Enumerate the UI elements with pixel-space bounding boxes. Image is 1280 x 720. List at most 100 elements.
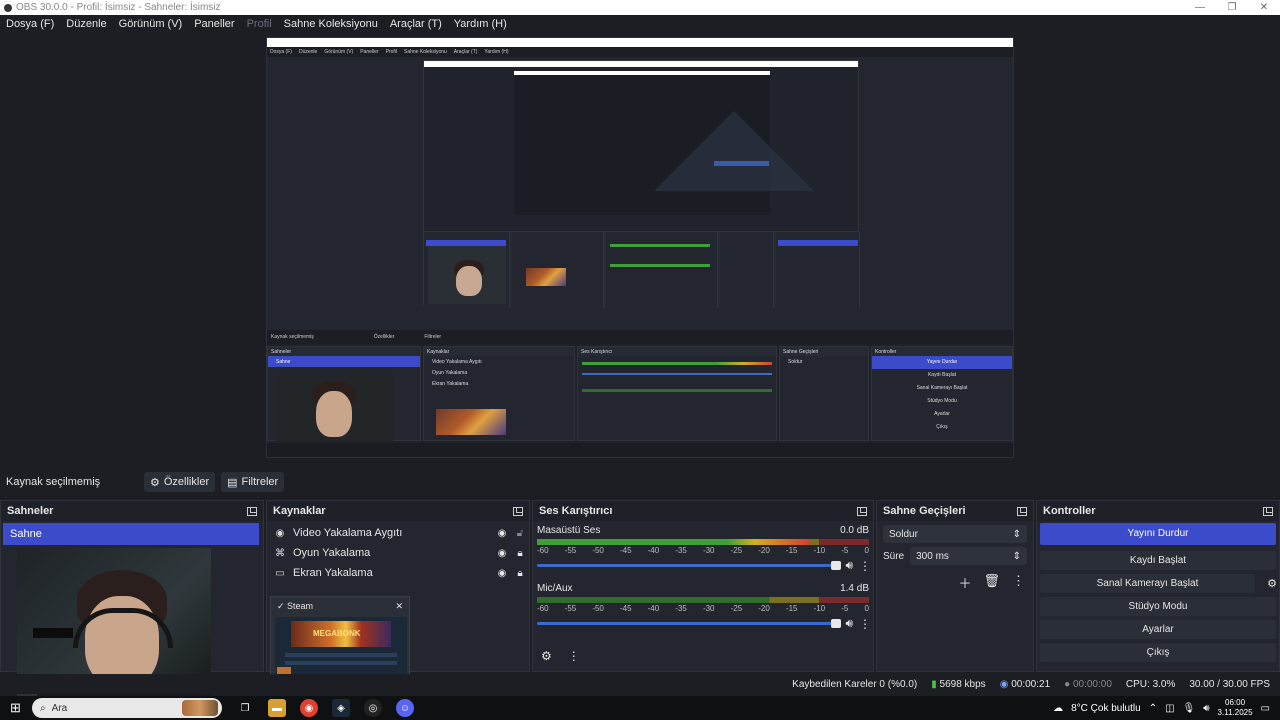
start-virtual-camera-button[interactable]: Sanal Kamerayı Başlat	[1040, 574, 1255, 593]
recursive-meter	[610, 264, 710, 267]
undock-icon[interactable]	[1017, 506, 1027, 516]
close-icon[interactable]: ✕	[395, 601, 403, 612]
preview-sources-dock: Kaynaklar Video Yakalama Aygıtı Oyun Yak…	[423, 346, 575, 441]
eye-icon[interactable]: ◉	[493, 528, 511, 539]
preview-recursive-titlebar-2	[514, 71, 770, 75]
unlock-icon[interactable]: 🔓︎	[511, 528, 529, 539]
settings-button[interactable]: Ayarlar	[1040, 620, 1276, 639]
volume-slider[interactable]	[537, 619, 842, 628]
exit-button[interactable]: Çıkış	[1040, 643, 1276, 662]
preview-menu-item: Profil	[385, 49, 397, 55]
window-title: OBS 30.0.0 - Profil: İsimsiz - Sahneler:…	[16, 2, 221, 13]
stop-streaming-button[interactable]: Yayını Durdur	[1040, 523, 1276, 545]
menu-scene-collection[interactable]: Sahne Koleksiyonu	[284, 18, 378, 30]
notifications-icon[interactable]: ▭	[1261, 703, 1270, 714]
lock-icon[interactable]: 🔒︎	[511, 568, 529, 579]
preview-nested-titlebar	[267, 38, 1013, 47]
network-icon[interactable]: ◫	[1165, 703, 1174, 714]
duration-input[interactable]: 300 ms ⇕	[910, 547, 1027, 565]
menu-tools[interactable]: Araçlar (T)	[390, 18, 442, 30]
weather-icon[interactable]: ☁	[1053, 703, 1063, 714]
slider-handle[interactable]	[831, 561, 842, 570]
properties-button[interactable]: ⚙ Özellikler	[144, 472, 216, 492]
speaker-icon[interactable]: 🔊︎	[845, 616, 853, 631]
lock-icon[interactable]: 🔒︎	[511, 548, 529, 559]
add-icon[interactable]: ＋	[958, 573, 971, 592]
transitions-dock-header: Sahne Geçişleri	[877, 501, 1033, 521]
more-icon[interactable]: ⋮	[568, 649, 580, 663]
camera-icon: ◉	[275, 527, 285, 539]
eye-icon[interactable]: ◉	[493, 568, 511, 579]
minimize-icon[interactable]: —	[1184, 0, 1216, 15]
menu-edit[interactable]: Düzenle	[66, 18, 106, 30]
close-icon[interactable]: ✕	[1248, 0, 1280, 15]
preview-controls-dock: Kontroller Yayını Durdur Kaydı Başlat Sa…	[871, 346, 1013, 441]
menu-help[interactable]: Yardım (H)	[454, 18, 507, 30]
undock-icon[interactable]	[857, 506, 867, 516]
preview-area: Dosya (F) Düzenle Görünüm (V) Paneller P…	[0, 32, 1280, 462]
more-icon[interactable]: ⋮	[859, 617, 871, 631]
scale-tick: -50	[592, 546, 604, 555]
source-item[interactable]: ⌘ Oyun Yakalama ◉ 🔒︎	[267, 543, 529, 563]
more-icon[interactable]: ⋮	[1012, 573, 1025, 592]
preview-control: Stüdyo Modu	[927, 398, 957, 404]
speaker-icon[interactable]: 🔊︎	[845, 558, 853, 573]
more-icon[interactable]: ⋮	[859, 559, 871, 573]
steam-row	[285, 661, 397, 665]
scale-tick: -15	[785, 546, 798, 555]
obs-icon[interactable]: ◎	[364, 699, 382, 717]
preview-meter	[582, 362, 772, 365]
filters-button[interactable]: ▤ Filtreler	[221, 472, 285, 492]
start-recording-button[interactable]: Kaydı Başlat	[1040, 551, 1276, 570]
preview-transition: Soldur	[788, 358, 803, 365]
maximize-icon[interactable]: ❐	[1216, 0, 1248, 15]
eye-icon[interactable]: ◉	[493, 548, 511, 559]
preview-recursive-frame	[423, 60, 860, 308]
undock-icon[interactable]	[247, 506, 257, 516]
weather-text[interactable]: 8°C Çok bulutlu	[1071, 703, 1141, 714]
recursive-meter	[610, 244, 710, 247]
controls-dock-header: Kontroller	[1037, 501, 1279, 521]
preview-scenes-title: Sahneler	[268, 347, 420, 356]
program-preview[interactable]: Dosya (F) Düzenle Görünüm (V) Paneller P…	[266, 37, 1014, 458]
record-icon: ●	[1064, 678, 1071, 690]
trash-icon[interactable]: 🗑︎	[983, 573, 1000, 592]
file-explorer-icon[interactable]: ▬	[268, 699, 286, 717]
taskbar-search[interactable]: ⌕ Ara	[32, 698, 222, 718]
volume-slider[interactable]	[537, 561, 842, 570]
gear-icon[interactable]: ⚙	[1267, 577, 1277, 590]
spin-icon[interactable]: ⇕	[1013, 551, 1021, 562]
clock[interactable]: 06:00 3.11.2025	[1218, 698, 1253, 718]
task-view-icon[interactable]: ❐	[236, 699, 254, 717]
menu-profile[interactable]: Profil	[247, 18, 272, 30]
menu-file[interactable]: Dosya (F)	[6, 18, 54, 30]
speaker-icon[interactable]: 🔊︎	[1203, 703, 1209, 714]
chevron-updown-icon: ⇕	[1012, 528, 1021, 540]
preview-transitions-dock: Sahne Geçişleri Soldur	[779, 346, 869, 441]
system-tray: ☁ 8°C Çok bulutlu ⌃ ◫ 🎙︎ 🔊︎ 06:00 3.11.2…	[1053, 698, 1280, 718]
menu-docks[interactable]: Paneller	[194, 18, 234, 30]
scene-item[interactable]: Sahne	[3, 523, 259, 545]
chrome-icon[interactable]: ◉	[300, 699, 318, 717]
studio-mode-button[interactable]: Stüdyo Modu	[1040, 597, 1276, 616]
undock-icon[interactable]	[1263, 506, 1273, 516]
game-art: MEGABONK	[291, 621, 391, 647]
microphone-icon[interactable]: 🎙︎	[1183, 703, 1196, 714]
chevron-up-icon[interactable]: ⌃	[1149, 703, 1157, 714]
scale-tick: -45	[619, 546, 632, 555]
menu-view[interactable]: Görünüm (V)	[119, 18, 183, 30]
game-logo: MEGABONK	[313, 629, 361, 638]
gear-icon[interactable]: ⚙	[541, 649, 552, 663]
preview-control: Kaydı Başlat	[927, 372, 957, 378]
slider-handle[interactable]	[831, 619, 842, 628]
steam-icon[interactable]: ◈	[332, 699, 350, 717]
transition-select[interactable]: Soldur ⇕	[883, 525, 1027, 543]
source-item[interactable]: ◉ Video Yakalama Aygıtı ◉ 🔓︎	[267, 523, 529, 543]
windows-start-icon[interactable]: ⊞	[10, 700, 21, 716]
transition-value: Soldur	[889, 528, 918, 540]
meter-scale: -60 -55 -50 -45 -40 -35 -30 -25 -20 -15 -10 -5 0	[537, 546, 869, 555]
preview-recursive-sources	[512, 232, 604, 308]
source-item[interactable]: ▭ Ekran Yakalama ◉ 🔒︎	[267, 563, 529, 583]
undock-icon[interactable]	[513, 506, 523, 516]
discord-icon[interactable]: ☺	[396, 699, 414, 717]
